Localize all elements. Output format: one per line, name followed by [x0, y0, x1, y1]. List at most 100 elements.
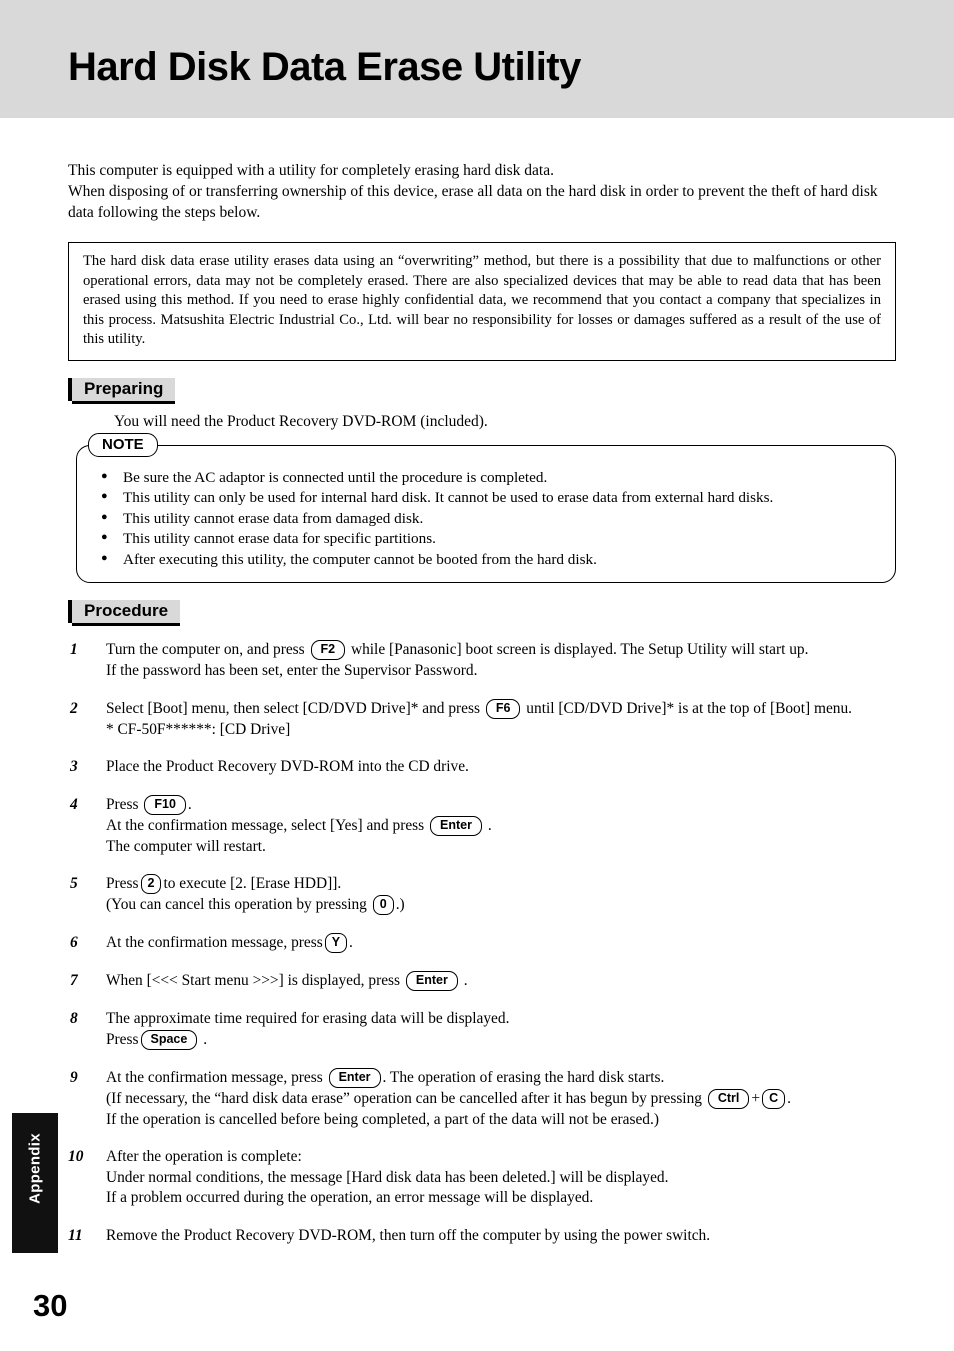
step-text: to execute [2. [Erase HDD]].	[163, 875, 342, 893]
step-text: At the confirmation message, press	[106, 1068, 323, 1086]
step-text: .)	[395, 896, 405, 914]
procedure-step-8: 8 The approximate time required for eras…	[68, 1009, 896, 1051]
intro-line-3: data following the steps below.	[68, 204, 261, 221]
procedure-step-11: 11 Remove the Product Recovery DVD-ROM, …	[68, 1226, 896, 1247]
procedure-steps: 1 Turn the computer on, and press F2 whi…	[68, 640, 896, 1246]
note-list: Be sure the AC adaptor is connected unti…	[101, 467, 883, 570]
key-f6: F6	[485, 698, 521, 719]
key-enter: Enter	[328, 1067, 381, 1088]
step-line: Select [Boot] menu, then select [CD/DVD …	[106, 698, 896, 720]
procedure-step-1: 1 Turn the computer on, and press F2 whi…	[68, 640, 896, 682]
section-heading-preparing: Preparing	[68, 377, 176, 404]
step-line: * CF-50F******: [CD Drive]	[106, 720, 291, 738]
key-y: Y	[324, 933, 348, 954]
step-number: 9	[70, 1068, 78, 1086]
intro-line-2: When disposing of or transferring owners…	[68, 183, 878, 200]
step-line: (If necessary, the “hard disk data erase…	[106, 1088, 896, 1110]
preparing-text: You will need the Product Recovery DVD-R…	[114, 412, 488, 430]
disclaimer-text: The hard disk data erase utility erases …	[83, 253, 881, 348]
procedure-step-2: 2 Select [Boot] menu, then select [CD/DV…	[68, 698, 896, 741]
step-line: Press F10.	[106, 794, 896, 816]
step-text: Turn the computer on, and press	[106, 641, 305, 659]
step-line: Turn the computer on, and press F2 while…	[106, 640, 896, 661]
step-line: The approximate time required for erasin…	[106, 1010, 510, 1028]
note-box: NOTE Be sure the AC adaptor is connected…	[76, 432, 896, 584]
procedure-step-3: 3 Place the Product Recovery DVD-ROM int…	[68, 757, 896, 778]
step-number: 8	[70, 1010, 78, 1028]
page-number: 30	[33, 1288, 68, 1323]
step-number: 10	[68, 1148, 84, 1166]
key-enter: Enter	[405, 971, 458, 992]
step-line: If the password has been set, enter the …	[106, 662, 478, 680]
intro-paragraph: This computer is equipped with a utility…	[68, 160, 896, 223]
step-line: When [<<< Start menu >>>] is displayed, …	[106, 971, 896, 992]
step-text: (If necessary, the “hard disk data erase…	[106, 1089, 702, 1107]
step-text: .	[349, 934, 353, 952]
key-0: 0	[372, 895, 394, 916]
key-f10: F10	[144, 794, 186, 815]
procedure-step-6: 6 At the confirmation message, press Y.	[68, 933, 896, 954]
step-line: Press Space .	[106, 1029, 896, 1051]
step-line: (You can cancel this operation by pressi…	[106, 895, 896, 916]
step-line: After the operation is complete:	[106, 1148, 302, 1166]
procedure-step-5: 5 Press 2 to execute [2. [Erase HDD]]. (Yo…	[68, 874, 896, 916]
document-page: Hard Disk Data Erase Utility Appendix 30…	[0, 0, 954, 1351]
key-2: 2	[140, 874, 162, 895]
step-text: .	[187, 795, 192, 813]
list-item: After executing this utility, the comput…	[101, 549, 883, 570]
step-line: At the confirmation message, press Y.	[106, 933, 896, 954]
step-line: The computer will restart.	[106, 837, 266, 855]
appendix-side-tab: Appendix	[12, 1113, 58, 1253]
step-text: .	[487, 816, 492, 834]
key-ctrl: Ctrl	[707, 1088, 750, 1109]
step-text: When [<<< Start menu >>>] is displayed, …	[106, 972, 401, 990]
step-line: At the confirmation message, press Enter…	[106, 1067, 896, 1089]
list-item: This utility cannot erase data from dama…	[101, 508, 883, 529]
step-number: 3	[70, 758, 78, 776]
step-text: (You can cancel this operation by pressi…	[106, 896, 367, 914]
list-item: Be sure the AC adaptor is connected unti…	[101, 467, 883, 488]
step-text: while [Panasonic] boot screen is display…	[350, 641, 809, 659]
step-number: 11	[68, 1226, 83, 1244]
step-line: Place the Product Recovery DVD-ROM into …	[106, 758, 469, 776]
note-badge: NOTE	[88, 432, 158, 457]
step-text: At the confirmation message, press	[106, 934, 323, 952]
step-text: At the confirmation message, select [Yes…	[106, 816, 425, 834]
procedure-step-10: 10 After the operation is complete: Unde…	[68, 1147, 896, 1209]
appendix-tab-label: Appendix	[26, 1133, 44, 1204]
step-number: 1	[70, 641, 78, 659]
section-heading-procedure: Procedure	[68, 600, 181, 627]
disclaimer-box: The hard disk data erase utility erases …	[68, 242, 896, 361]
page-title: Hard Disk Data Erase Utility	[68, 45, 581, 89]
key-c: C	[762, 1088, 786, 1109]
procedure-step-4: 4 Press F10. At the confirmation message…	[68, 794, 896, 858]
list-item: This utility can only be used for intern…	[101, 487, 883, 508]
procedure-step-7: 7 When [<<< Start menu >>>] is displayed…	[68, 971, 896, 992]
step-line: Remove the Product Recovery DVD-ROM, the…	[106, 1226, 711, 1244]
step-number: 5	[70, 875, 78, 893]
procedure-step-9: 9 At the confirmation message, press Ent…	[68, 1067, 896, 1131]
list-item: This utility cannot erase data for speci…	[101, 528, 883, 549]
step-line: At the confirmation message, select [Yes…	[106, 815, 896, 837]
step-text: .	[463, 972, 468, 990]
step-number: 4	[70, 795, 78, 813]
step-text: .	[787, 1089, 791, 1107]
step-number: 7	[70, 972, 78, 990]
step-text: Select [Boot] menu, then select [CD/DVD …	[106, 699, 480, 717]
key-f2: F2	[310, 640, 346, 661]
key-enter: Enter	[430, 815, 482, 836]
step-text: . The operation of erasing the hard disk…	[382, 1068, 665, 1086]
step-text: Press	[106, 875, 139, 893]
step-text: Press	[106, 1030, 139, 1048]
note-box-body: Be sure the AC adaptor is connected unti…	[76, 444, 896, 584]
page-content: This computer is equipped with a utility…	[68, 160, 896, 1246]
step-number: 6	[70, 934, 78, 952]
step-text: Press	[106, 795, 139, 813]
step-text: .	[203, 1030, 208, 1048]
intro-line-1: This computer is equipped with a utility…	[68, 162, 554, 179]
step-line: Under normal conditions, the message [Ha…	[106, 1168, 669, 1186]
step-line: If a problem occurred during the operati…	[106, 1189, 594, 1207]
step-line: If the operation is cancelled before bei…	[106, 1110, 659, 1128]
step-number: 2	[70, 699, 78, 717]
step-text: +	[751, 1089, 761, 1107]
